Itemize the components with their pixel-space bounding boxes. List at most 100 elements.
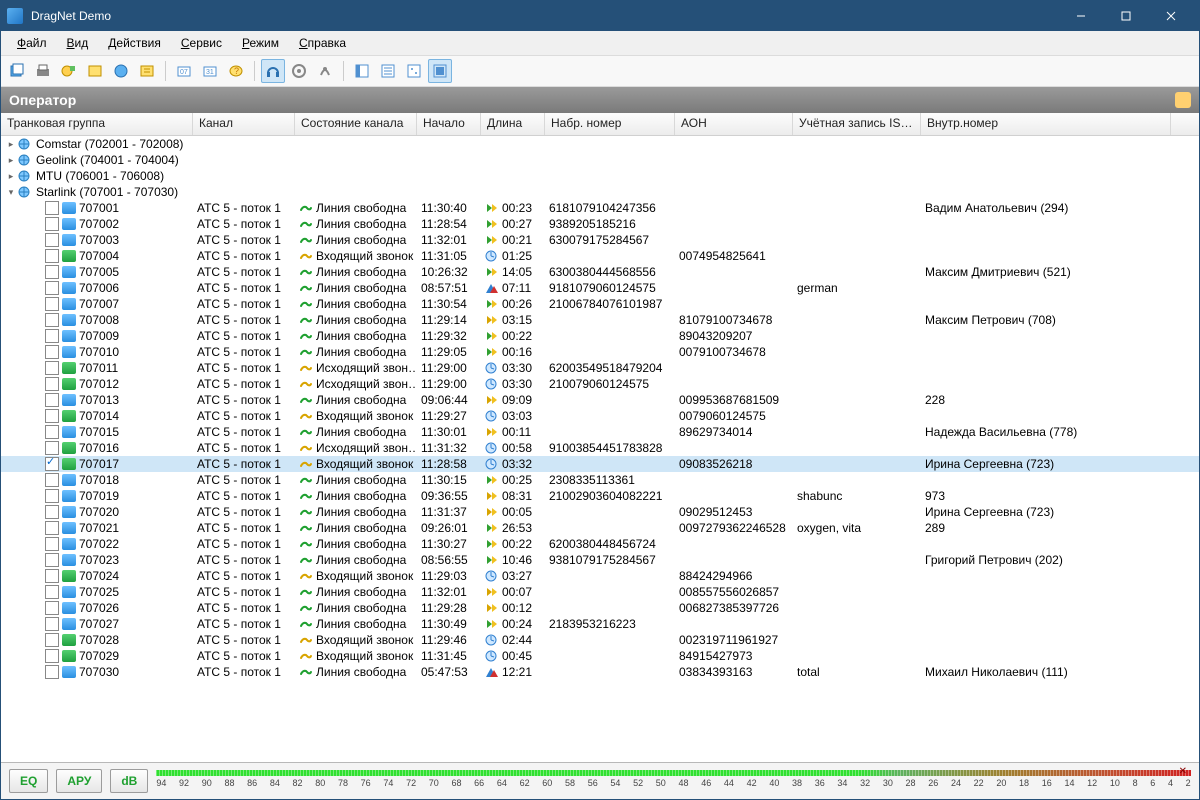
meter-close-icon[interactable]: ✕ [1179, 766, 1187, 777]
maximize-button[interactable] [1103, 1, 1148, 31]
tb-headphones-icon[interactable] [261, 59, 285, 83]
operator-icon[interactable] [1175, 92, 1191, 108]
channel-row[interactable]: 707012АТС 5 - поток 1Исходящий звон…11:2… [1, 376, 1199, 392]
row-checkbox[interactable] [45, 473, 59, 487]
tb-03-icon[interactable] [57, 59, 81, 83]
channel-row[interactable]: 707006АТС 5 - поток 1Линия свободна08:57… [1, 280, 1199, 296]
channel-row[interactable]: 707026АТС 5 - поток 1Линия свободна11:29… [1, 600, 1199, 616]
grid-body[interactable]: ▸Comstar (702001 - 702008)▸Geolink (7040… [1, 136, 1199, 762]
menu-actions[interactable]: Действия [98, 33, 171, 53]
row-checkbox[interactable] [45, 585, 59, 599]
trunk-group[interactable]: ▸MTU (706001 - 706008) [1, 168, 1199, 184]
channel-row[interactable]: 707009АТС 5 - поток 1Линия свободна11:29… [1, 328, 1199, 344]
trunk-group[interactable]: ▸Comstar (702001 - 702008) [1, 136, 1199, 152]
row-checkbox[interactable] [45, 201, 59, 215]
expand-icon[interactable]: ▸ [5, 155, 17, 166]
row-checkbox[interactable] [45, 233, 59, 247]
col-state[interactable]: Состояние канала [295, 113, 417, 135]
channel-row[interactable]: 707002АТС 5 - поток 1Линия свободна11:28… [1, 216, 1199, 232]
row-checkbox[interactable] [45, 361, 59, 375]
channel-row[interactable]: 707019АТС 5 - поток 1Линия свободна09:36… [1, 488, 1199, 504]
tb-12-icon[interactable] [313, 59, 337, 83]
row-checkbox[interactable] [45, 569, 59, 583]
tb-16-icon[interactable] [428, 59, 452, 83]
channel-row[interactable]: 707010АТС 5 - поток 1Линия свободна11:29… [1, 344, 1199, 360]
channel-row[interactable]: 707021АТС 5 - поток 1Линия свободна09:26… [1, 520, 1199, 536]
tb-print-icon[interactable] [31, 59, 55, 83]
channel-row[interactable]: 707016АТС 5 - поток 1Исходящий звон…11:3… [1, 440, 1199, 456]
row-checkbox[interactable] [45, 441, 59, 455]
db-button[interactable]: dB [110, 769, 148, 793]
channel-row[interactable]: 707013АТС 5 - поток 1Линия свободна09:06… [1, 392, 1199, 408]
minimize-button[interactable] [1058, 1, 1103, 31]
tb-01-icon[interactable] [5, 59, 29, 83]
row-checkbox[interactable] [45, 649, 59, 663]
channel-row[interactable]: 707001АТС 5 - поток 1Линия свободна11:30… [1, 200, 1199, 216]
row-checkbox[interactable] [45, 601, 59, 615]
row-checkbox[interactable] [45, 265, 59, 279]
expand-icon[interactable]: ▸ [5, 171, 17, 182]
channel-row[interactable]: 707008АТС 5 - поток 1Линия свободна11:29… [1, 312, 1199, 328]
menu-service[interactable]: Сервис [171, 33, 232, 53]
menu-help[interactable]: Справка [289, 33, 356, 53]
row-checkbox[interactable] [45, 521, 59, 535]
aru-button[interactable]: АРУ [56, 769, 102, 793]
channel-row[interactable]: 707018АТС 5 - поток 1Линия свободна11:30… [1, 472, 1199, 488]
row-checkbox[interactable] [45, 457, 59, 471]
tb-list-icon[interactable] [376, 59, 400, 83]
col-aon[interactable]: АОН [675, 113, 793, 135]
channel-row[interactable]: 707003АТС 5 - поток 1Линия свободна11:32… [1, 232, 1199, 248]
row-checkbox[interactable] [45, 313, 59, 327]
row-checkbox[interactable] [45, 409, 59, 423]
tb-04-icon[interactable] [83, 59, 107, 83]
channel-row[interactable]: 707014АТС 5 - поток 1Входящий звонок11:2… [1, 408, 1199, 424]
channel-row[interactable]: 707017АТС 5 - поток 1Входящий звонок11:2… [1, 456, 1199, 472]
menu-mode[interactable]: Режим [232, 33, 289, 53]
channel-row[interactable]: 707022АТС 5 - поток 1Линия свободна11:30… [1, 536, 1199, 552]
channel-row[interactable]: 707011АТС 5 - поток 1Исходящий звон…11:2… [1, 360, 1199, 376]
channel-row[interactable]: 707004АТС 5 - поток 1Входящий звонок11:3… [1, 248, 1199, 264]
channel-row[interactable]: 707005АТС 5 - поток 1Линия свободна10:26… [1, 264, 1199, 280]
row-checkbox[interactable] [45, 617, 59, 631]
channel-row[interactable]: 707023АТС 5 - поток 1Линия свободна08:56… [1, 552, 1199, 568]
row-checkbox[interactable] [45, 537, 59, 551]
menu-view[interactable]: Вид [57, 33, 99, 53]
expand-icon[interactable]: ▾ [5, 187, 17, 198]
row-checkbox[interactable] [45, 329, 59, 343]
row-checkbox[interactable] [45, 297, 59, 311]
expand-icon[interactable]: ▸ [5, 139, 17, 150]
row-checkbox[interactable] [45, 553, 59, 567]
trunk-group[interactable]: ▾Starlink (707001 - 707030) [1, 184, 1199, 200]
trunk-group[interactable]: ▸Geolink (704001 - 704004) [1, 152, 1199, 168]
row-checkbox[interactable] [45, 377, 59, 391]
col-length[interactable]: Длина [481, 113, 545, 135]
channel-row[interactable]: 707007АТС 5 - поток 1Линия свободна11:30… [1, 296, 1199, 312]
tb-help-icon[interactable]: ? [224, 59, 248, 83]
tb-11-icon[interactable] [287, 59, 311, 83]
channel-row[interactable]: 707025АТС 5 - поток 1Линия свободна11:32… [1, 584, 1199, 600]
row-checkbox[interactable] [45, 217, 59, 231]
channel-row[interactable]: 707029АТС 5 - поток 1Входящий звонок11:3… [1, 648, 1199, 664]
row-checkbox[interactable] [45, 425, 59, 439]
tb-08-icon[interactable]: 31 [198, 59, 222, 83]
tb-06-icon[interactable] [135, 59, 159, 83]
row-checkbox[interactable] [45, 345, 59, 359]
col-trunk[interactable]: Транковая группа [1, 113, 193, 135]
col-ext[interactable]: Внутр.номер [921, 113, 1171, 135]
close-button[interactable] [1148, 1, 1193, 31]
channel-row[interactable]: 707024АТС 5 - поток 1Входящий звонок11:2… [1, 568, 1199, 584]
tb-05-icon[interactable] [109, 59, 133, 83]
col-start[interactable]: Начало [417, 113, 481, 135]
row-checkbox[interactable] [45, 505, 59, 519]
col-channel[interactable]: Канал [193, 113, 295, 135]
col-dialed[interactable]: Набр. номер [545, 113, 675, 135]
row-checkbox[interactable] [45, 281, 59, 295]
channel-row[interactable]: 707015АТС 5 - поток 1Линия свободна11:30… [1, 424, 1199, 440]
row-checkbox[interactable] [45, 489, 59, 503]
channel-row[interactable]: 707028АТС 5 - поток 1Входящий звонок11:2… [1, 632, 1199, 648]
tb-07-icon[interactable]: 07 [172, 59, 196, 83]
row-checkbox[interactable] [45, 665, 59, 679]
row-checkbox[interactable] [45, 393, 59, 407]
menu-file[interactable]: Файл [7, 33, 57, 53]
row-checkbox[interactable] [45, 633, 59, 647]
